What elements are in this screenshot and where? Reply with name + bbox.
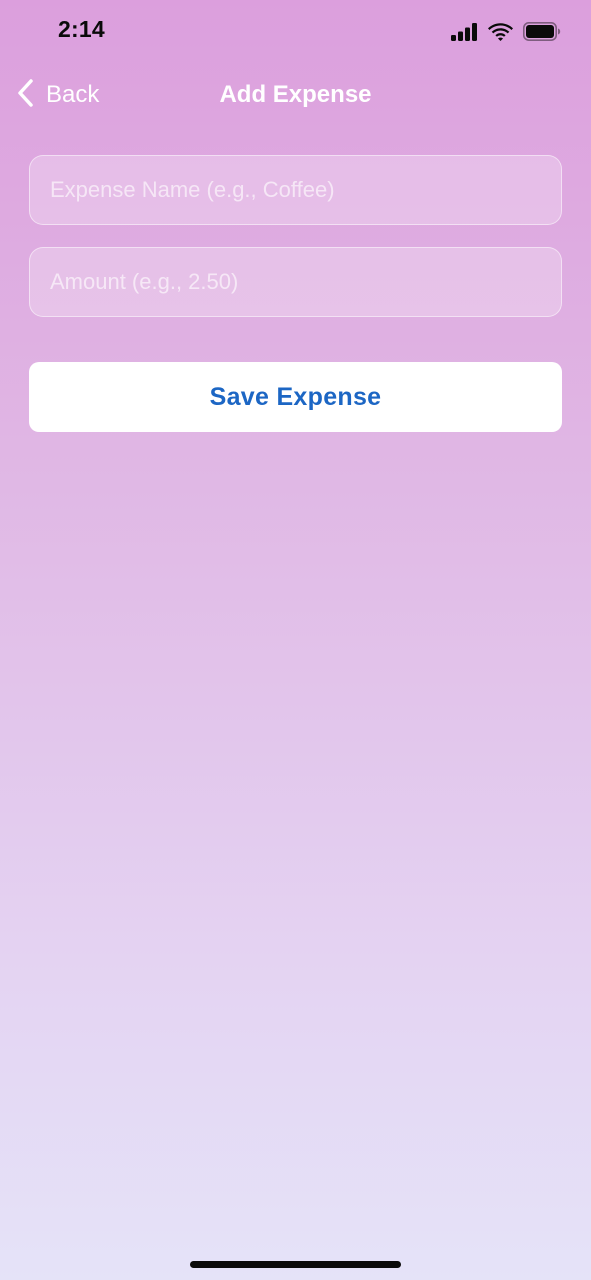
amount-field xyxy=(29,247,562,317)
home-indicator xyxy=(190,1261,401,1268)
page-title: Add Expense xyxy=(219,81,372,108)
status-time: 2:14 xyxy=(58,16,105,42)
navigation-bar: Back Add Expense xyxy=(0,64,591,126)
amount-input[interactable] xyxy=(30,248,561,316)
cellular-signal-icon xyxy=(451,22,478,41)
expense-name-input[interactable] xyxy=(30,156,561,224)
wifi-icon xyxy=(488,22,513,41)
expense-name-field xyxy=(29,155,562,225)
save-expense-button[interactable]: Save Expense xyxy=(29,362,562,432)
add-expense-screen: 2:14 Back Add Expense Expense Name (e.g.… xyxy=(0,0,591,1280)
battery-icon xyxy=(523,22,561,41)
status-bar: 2:14 xyxy=(0,0,591,64)
status-icons xyxy=(451,22,561,41)
